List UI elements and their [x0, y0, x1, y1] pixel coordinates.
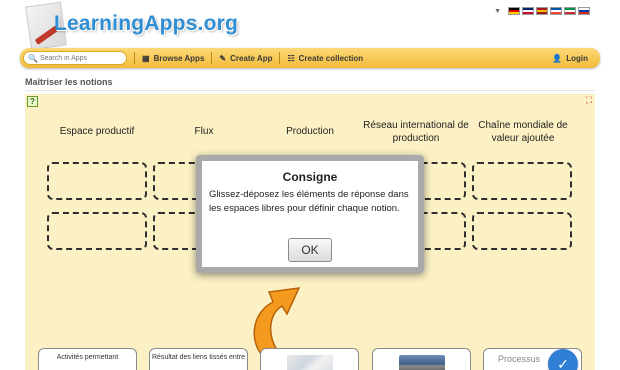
create-app-link[interactable]: ✎ Create App — [219, 54, 272, 63]
answer-card-map-image[interactable] — [260, 348, 359, 370]
port-thumbnail — [399, 355, 445, 370]
drop-slot[interactable] — [47, 212, 147, 250]
logo-text: LearningApps.org — [54, 12, 239, 35]
search-icon[interactable]: 🔍 — [28, 54, 38, 63]
learningapps-logo[interactable]: LearningApps.org — [20, 1, 238, 51]
main-navbar: 🔍 ▦ Browse Apps ✎ Create App ☷ Create co… — [20, 48, 600, 68]
nav-divider — [211, 52, 213, 64]
column-header-production: Production — [286, 126, 334, 137]
answer-card[interactable]: Résultat des liens tissés entre — [149, 348, 248, 370]
language-dropdown-icon[interactable]: ▼ — [494, 8, 501, 15]
column-header-flux: Flux — [194, 126, 214, 137]
drop-slot[interactable] — [472, 162, 572, 200]
browse-apps-link[interactable]: ▦ Browse Apps — [142, 54, 204, 63]
create-app-label: Create App — [230, 53, 273, 63]
answer-card[interactable]: Activités permettant — [38, 348, 137, 370]
search-box: 🔍 — [23, 51, 127, 65]
user-icon: 👤 — [552, 53, 563, 63]
dialog-title: Consigne — [282, 170, 338, 184]
pencil-icon: ✎ — [219, 53, 227, 63]
answer-card-label: Processus — [498, 354, 541, 364]
browse-apps-label: Browse Apps — [153, 53, 205, 63]
collection-icon: ☷ — [287, 53, 295, 63]
map-thumbnail — [287, 355, 333, 370]
answer-card-port-image[interactable] — [372, 348, 471, 370]
column-header-espace-productif: Espace productif — [59, 126, 135, 137]
answer-card-label: Résultat des liens tissés entre — [152, 354, 245, 361]
flag-gb-icon[interactable] — [522, 7, 534, 15]
page-title: Maîtriser les notions — [25, 77, 113, 87]
language-selector: ▼ — [494, 7, 590, 15]
answer-card-label: Activités permettant — [56, 354, 119, 361]
create-collection-label: Create collection — [298, 53, 364, 63]
nav-divider — [279, 52, 281, 64]
fullscreen-icon[interactable]: ⛶ — [586, 96, 592, 105]
title-divider — [25, 90, 595, 91]
column-header-chaine: Chaîne mondiale de valeur ajoutée — [478, 120, 568, 144]
dialog-text: Glissez-déposez les éléments de réponse … — [209, 189, 409, 214]
page: LearningApps.org ▼ 🔍 ▦ Browse Apps ✎ Cre… — [0, 0, 620, 370]
flag-fr-icon[interactable] — [550, 7, 562, 15]
flag-es-icon[interactable] — [536, 7, 548, 15]
orange-arrow-icon — [253, 287, 301, 355]
grid-icon: ▦ — [142, 53, 150, 63]
column-header-reseau: Réseau international de production — [363, 120, 469, 144]
flag-de-icon[interactable] — [508, 7, 520, 15]
search-input[interactable] — [39, 52, 124, 64]
create-collection-link[interactable]: ☷ Create collection — [287, 54, 363, 63]
help-icon[interactable]: ? — [27, 96, 38, 107]
drop-slot[interactable] — [47, 162, 147, 200]
nav-divider — [134, 52, 135, 64]
flag-it-icon[interactable] — [564, 7, 576, 15]
ok-button[interactable]: OK — [288, 238, 332, 262]
login-link[interactable]: 👤 Login — [552, 54, 588, 63]
instruction-dialog: Consigne Glissez-déposez les éléments de… — [196, 155, 424, 273]
drop-slot[interactable] — [472, 212, 572, 250]
flag-ru-icon[interactable] — [578, 7, 590, 15]
login-label: Login — [566, 53, 588, 63]
